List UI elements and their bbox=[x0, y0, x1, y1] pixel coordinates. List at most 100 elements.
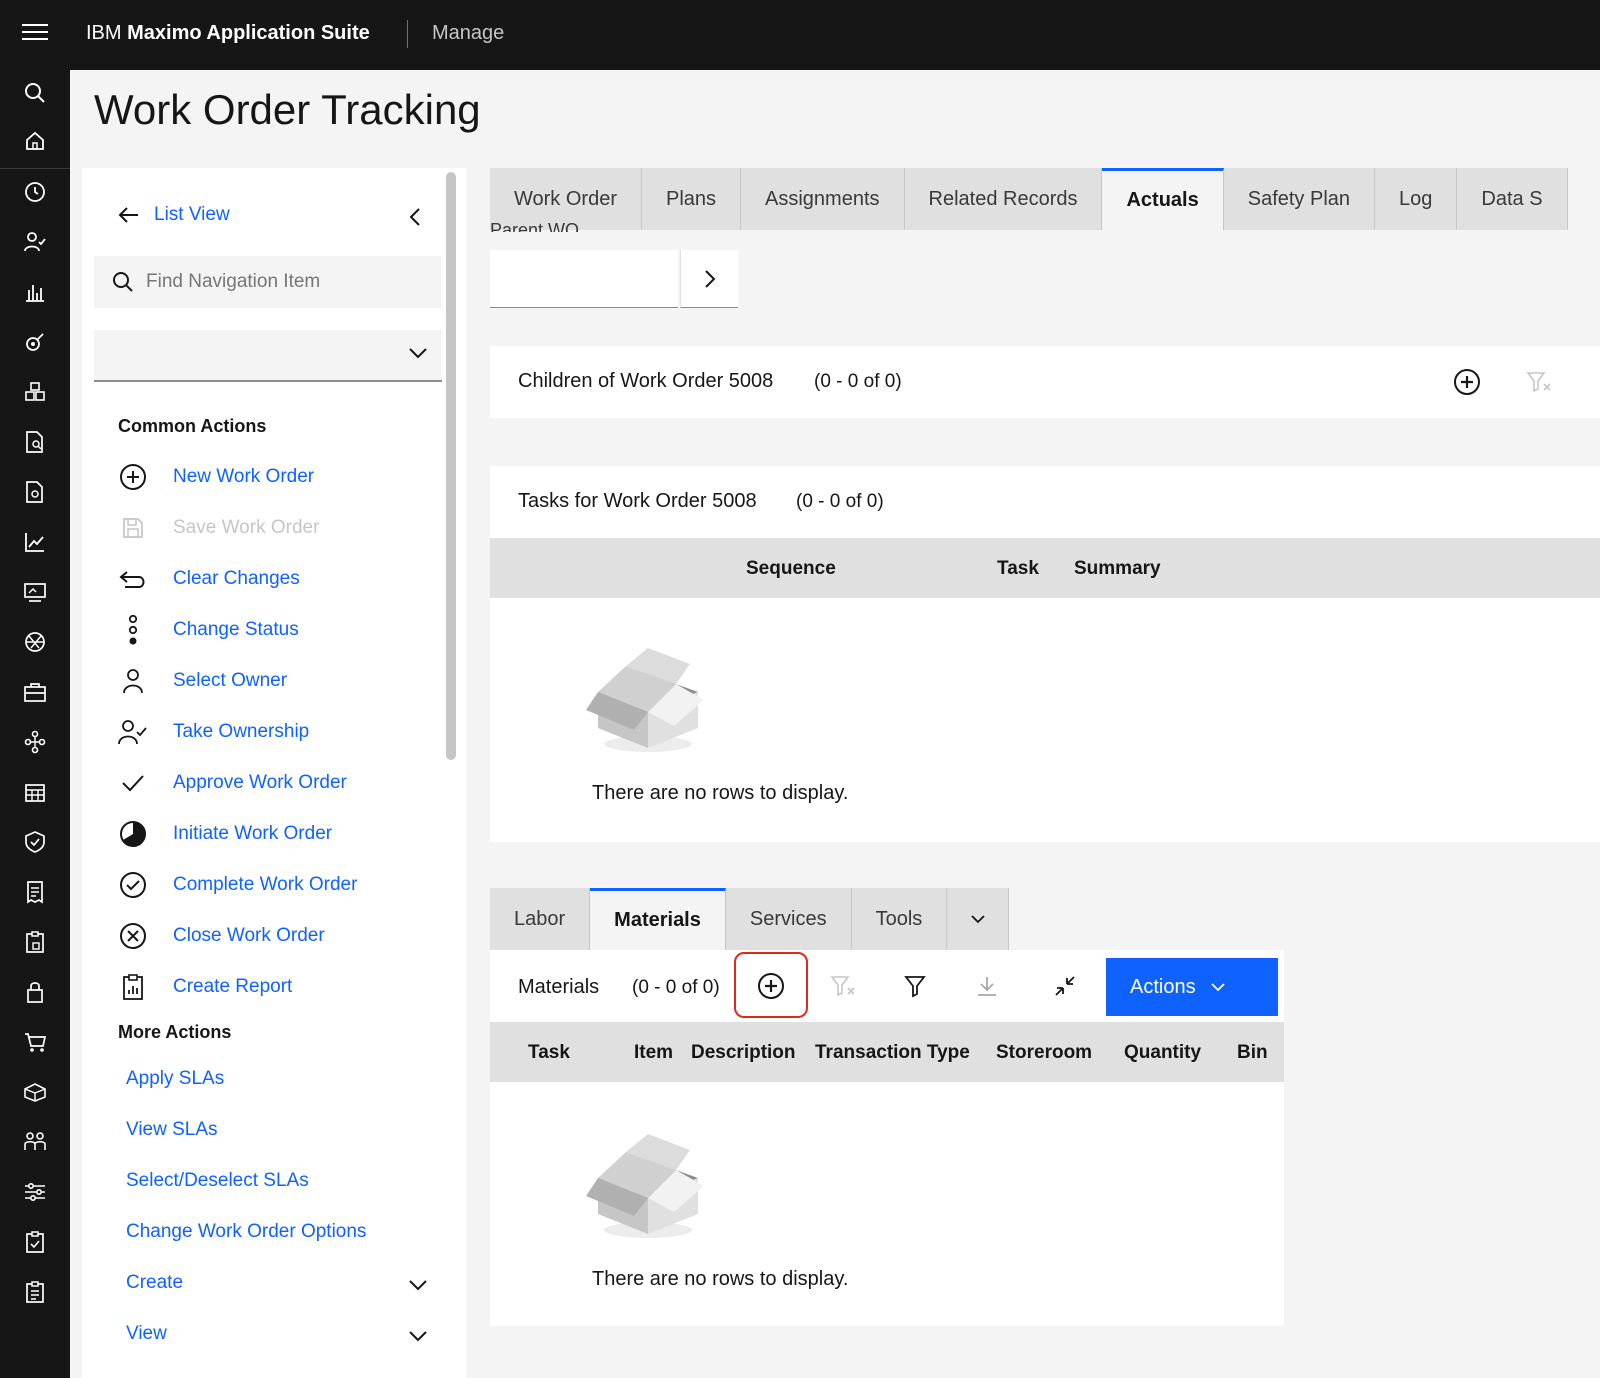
download-button[interactable] bbox=[962, 961, 1012, 1011]
aperture-icon[interactable] bbox=[22, 629, 48, 655]
action-new-work-order[interactable]: New Work Order bbox=[118, 462, 314, 492]
parent-wo-navigate-button[interactable] bbox=[680, 250, 738, 308]
clipboard-check-icon[interactable] bbox=[22, 1229, 48, 1255]
shield-check-icon[interactable] bbox=[22, 829, 48, 855]
sub-tab-materials[interactable]: Materials bbox=[590, 888, 726, 950]
cart-icon[interactable] bbox=[22, 1029, 48, 1055]
document-search-icon[interactable] bbox=[22, 429, 48, 455]
toolbox-icon[interactable] bbox=[22, 679, 48, 705]
column-header-description[interactable]: Description bbox=[691, 1042, 796, 1064]
find-navigation-search[interactable] bbox=[94, 256, 442, 308]
line-chart-icon[interactable] bbox=[22, 529, 48, 555]
parent-wo-input[interactable] bbox=[490, 250, 678, 308]
column-header-item[interactable]: Item bbox=[634, 1042, 673, 1064]
tab-safety-plan[interactable]: Safety Plan bbox=[1223, 168, 1376, 230]
report-icon bbox=[118, 972, 148, 1002]
more-action-view[interactable]: View bbox=[126, 1323, 167, 1345]
nav-scrollbar[interactable] bbox=[446, 172, 456, 760]
action-approve-work-order[interactable]: Approve Work Order bbox=[118, 768, 347, 798]
tab-related-records[interactable]: Related Records bbox=[904, 168, 1103, 230]
download-icon bbox=[978, 977, 996, 996]
materials-panel-count: (0 - 0 of 0) bbox=[632, 977, 720, 998]
column-header-bin[interactable]: Bin bbox=[1237, 1042, 1268, 1064]
tool-icon[interactable] bbox=[22, 329, 48, 355]
clipboard-lock-icon[interactable] bbox=[22, 929, 48, 955]
action-complete-work-order[interactable]: Complete Work Order bbox=[118, 870, 357, 900]
delivery-icon[interactable] bbox=[22, 1079, 48, 1105]
materials-empty-message: There are no rows to display. bbox=[592, 1268, 849, 1290]
search-icon[interactable] bbox=[22, 80, 48, 106]
column-header-task[interactable]: Task bbox=[997, 558, 1039, 580]
materials-table-header: Task Item Description Transaction Type S… bbox=[490, 1022, 1284, 1082]
tab-actuals[interactable]: Actuals bbox=[1102, 168, 1224, 230]
list-view-label: List View bbox=[154, 204, 230, 225]
column-header-storeroom[interactable]: Storeroom bbox=[996, 1042, 1092, 1064]
tab-plans[interactable]: Plans bbox=[641, 168, 742, 230]
action-save-work-order[interactable]: Save Work Order bbox=[118, 513, 319, 543]
clipboard-list-icon[interactable] bbox=[22, 1279, 48, 1305]
tasks-empty-message: There are no rows to display. bbox=[592, 782, 849, 804]
sub-tab-tools[interactable]: Tools bbox=[851, 888, 948, 950]
materials-panel-title: Materials bbox=[518, 976, 600, 998]
more-action-view-slas[interactable]: View SLAs bbox=[126, 1119, 218, 1141]
action-initiate-work-order[interactable]: Initiate Work Order bbox=[118, 819, 332, 849]
action-create-report[interactable]: Create Report bbox=[118, 972, 292, 1002]
action-take-ownership[interactable]: Take Ownership bbox=[118, 717, 309, 747]
column-header-task[interactable]: Task bbox=[528, 1042, 570, 1064]
record-tabs: Work Order Plans Assignments Related Record… bbox=[490, 168, 1600, 230]
tasks-table-header: Sequence Task Summary bbox=[490, 538, 1600, 598]
collapse-button[interactable] bbox=[1040, 961, 1090, 1011]
receipt-icon[interactable] bbox=[22, 879, 48, 905]
lock-icon[interactable] bbox=[22, 979, 48, 1005]
search-icon bbox=[113, 272, 133, 292]
check-circle-icon bbox=[118, 870, 148, 900]
clear-filter-button[interactable] bbox=[818, 961, 868, 1011]
column-header-sequence[interactable]: Sequence bbox=[746, 558, 836, 580]
add-child-button[interactable] bbox=[1442, 357, 1492, 407]
clear-filter-button[interactable] bbox=[1514, 357, 1564, 407]
network-icon[interactable] bbox=[22, 729, 48, 755]
bar-chart-icon[interactable] bbox=[22, 279, 48, 305]
action-close-work-order[interactable]: Close Work Order bbox=[118, 921, 325, 951]
cubes-icon[interactable] bbox=[22, 379, 48, 405]
status-dots-icon bbox=[118, 615, 148, 645]
settings-sliders-icon[interactable] bbox=[22, 1179, 48, 1205]
collapse-panel-chevron-icon[interactable] bbox=[408, 206, 422, 233]
monitor-icon[interactable] bbox=[22, 579, 48, 605]
action-select-owner[interactable]: Select Owner bbox=[118, 666, 287, 696]
group-icon[interactable] bbox=[22, 1129, 48, 1155]
filter-button[interactable] bbox=[890, 961, 940, 1011]
navigation-dropdown[interactable] bbox=[94, 330, 442, 382]
tab-data-s[interactable]: Data S bbox=[1457, 168, 1568, 230]
tab-log[interactable]: Log bbox=[1375, 168, 1458, 230]
sub-tab-labor[interactable]: Labor bbox=[490, 888, 591, 950]
sub-tab-services[interactable]: Services bbox=[725, 888, 852, 950]
action-change-status[interactable]: Change Status bbox=[118, 615, 299, 645]
actuals-sub-tabs: Labor Materials Services Tools bbox=[490, 888, 1010, 950]
sub-tab-overflow-button[interactable] bbox=[947, 888, 1010, 950]
more-action-change-work-order-options[interactable]: Change Work Order Options bbox=[126, 1221, 366, 1243]
children-panel-count: (0 - 0 of 0) bbox=[814, 371, 902, 392]
column-header-transaction-type[interactable]: Transaction Type bbox=[815, 1042, 970, 1064]
brand-prefix: IBM bbox=[86, 22, 122, 44]
calendar-icon[interactable] bbox=[22, 779, 48, 805]
column-header-summary[interactable]: Summary bbox=[1074, 558, 1161, 580]
more-action-create[interactable]: Create bbox=[126, 1272, 183, 1294]
user-check-icon[interactable] bbox=[22, 229, 48, 255]
tab-assignments[interactable]: Assignments bbox=[741, 168, 905, 230]
recent-history-icon[interactable] bbox=[22, 179, 48, 205]
brand-name: Maximo Application Suite bbox=[127, 22, 370, 44]
home-icon[interactable] bbox=[22, 128, 48, 154]
actions-button[interactable]: Actions bbox=[1106, 958, 1278, 1016]
find-navigation-input[interactable] bbox=[146, 271, 426, 293]
more-action-apply-slas[interactable]: Apply SLAs bbox=[126, 1068, 224, 1090]
empty-box-icon bbox=[586, 648, 704, 752]
list-view-link[interactable]: List View bbox=[118, 204, 230, 226]
column-header-quantity[interactable]: Quantity bbox=[1124, 1042, 1201, 1064]
chevron-down-icon[interactable] bbox=[408, 1278, 428, 1297]
hamburger-menu-icon[interactable] bbox=[22, 24, 48, 44]
chevron-down-icon[interactable] bbox=[408, 1329, 428, 1348]
more-action-select-deselect-slas[interactable]: Select/Deselect SLAs bbox=[126, 1170, 309, 1192]
action-clear-changes[interactable]: Clear Changes bbox=[118, 564, 300, 594]
document-view-icon[interactable] bbox=[22, 479, 48, 505]
